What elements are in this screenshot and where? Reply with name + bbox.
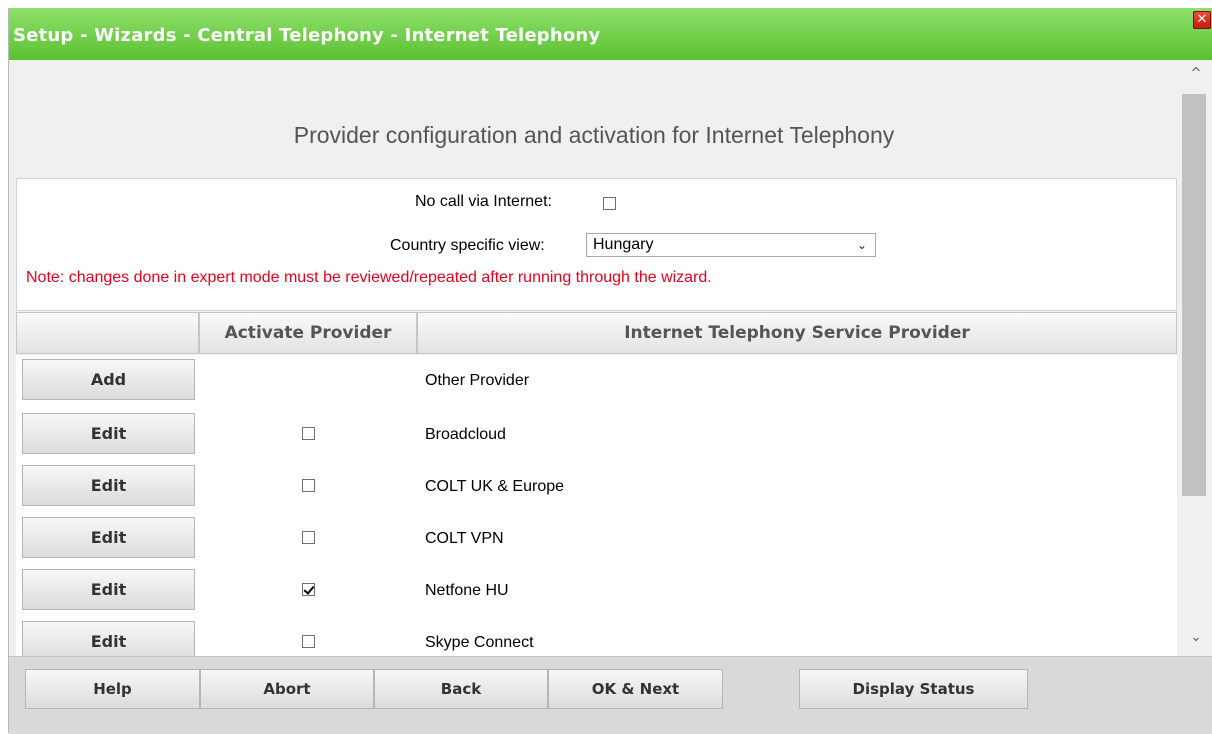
activate-provider-checkbox[interactable] [302, 583, 315, 596]
edit-provider-button[interactable]: Edit [22, 569, 195, 610]
vertical-scrollbar[interactable]: ^ ⌄ [1179, 60, 1212, 656]
activate-provider-checkbox[interactable] [302, 531, 315, 544]
table-row: Edit Skype Connect [16, 617, 1177, 656]
footer-bar: Help Abort Back OK & Next Display Status [9, 656, 1212, 734]
close-icon[interactable]: ✕ [1193, 11, 1211, 29]
edit-provider-button[interactable]: Edit [22, 621, 195, 656]
table-row: Edit Broadcloud [16, 409, 1177, 461]
provider-table: Add Other Provider Edit Broadcloud Edit … [16, 355, 1177, 656]
table-row: Edit Netfone HU [16, 565, 1177, 617]
table-row: Edit COLT VPN [16, 513, 1177, 565]
add-provider-button[interactable]: Add [22, 359, 195, 400]
provider-name: Other Provider [425, 372, 530, 389]
scrollbar-thumb[interactable] [1182, 94, 1206, 496]
ok-next-button[interactable]: OK & Next [548, 669, 723, 709]
header-actions [16, 312, 199, 354]
title-bar: Setup - Wizards - Central Telephony - In… [9, 8, 1212, 60]
country-select[interactable]: Hungary ⌄ [586, 233, 876, 257]
edit-provider-button[interactable]: Edit [22, 413, 195, 454]
options-panel: No call via Internet: Country specific v… [16, 178, 1177, 311]
country-label: Country specific view: [390, 237, 545, 254]
table-row: Edit COLT UK & Europe [16, 461, 1177, 513]
help-button[interactable]: Help [25, 669, 200, 709]
no-call-checkbox[interactable] [603, 197, 616, 210]
chevron-down-icon: ⌄ [856, 238, 867, 252]
chevron-up-icon[interactable]: ^ [1179, 66, 1212, 90]
provider-name: COLT UK & Europe [425, 478, 565, 495]
page-heading: Provider configuration and activation fo… [293, 122, 895, 148]
abort-button[interactable]: Abort [200, 669, 374, 709]
provider-name: Netfone HU [425, 582, 509, 599]
window-title: Setup - Wizards - Central Telephony - In… [13, 25, 601, 46]
provider-name: Skype Connect [425, 634, 534, 651]
activate-provider-checkbox[interactable] [302, 479, 315, 492]
content-area: Provider configuration and activation fo… [9, 60, 1179, 656]
wizard-window: Setup - Wizards - Central Telephony - In… [8, 8, 1212, 734]
table-header: Activate Provider Internet Telephony Ser… [16, 312, 1177, 354]
activate-provider-checkbox[interactable] [302, 635, 315, 648]
table-row: Add Other Provider [16, 355, 1177, 407]
country-select-value: Hungary [593, 236, 654, 253]
provider-name: Broadcloud [425, 426, 506, 443]
edit-provider-button[interactable]: Edit [22, 465, 195, 506]
display-status-button[interactable]: Display Status [799, 669, 1028, 709]
chevron-down-icon[interactable]: ⌄ [1179, 630, 1212, 654]
activate-provider-checkbox[interactable] [302, 427, 315, 440]
edit-provider-button[interactable]: Edit [22, 517, 195, 558]
provider-name: COLT VPN [425, 530, 504, 547]
header-service-provider: Internet Telephony Service Provider [417, 312, 1177, 354]
no-call-label: No call via Internet: [415, 193, 552, 210]
expert-mode-note: Note: changes done in expert mode must b… [26, 269, 712, 286]
back-button[interactable]: Back [374, 669, 548, 709]
header-activate-provider: Activate Provider [199, 312, 417, 354]
